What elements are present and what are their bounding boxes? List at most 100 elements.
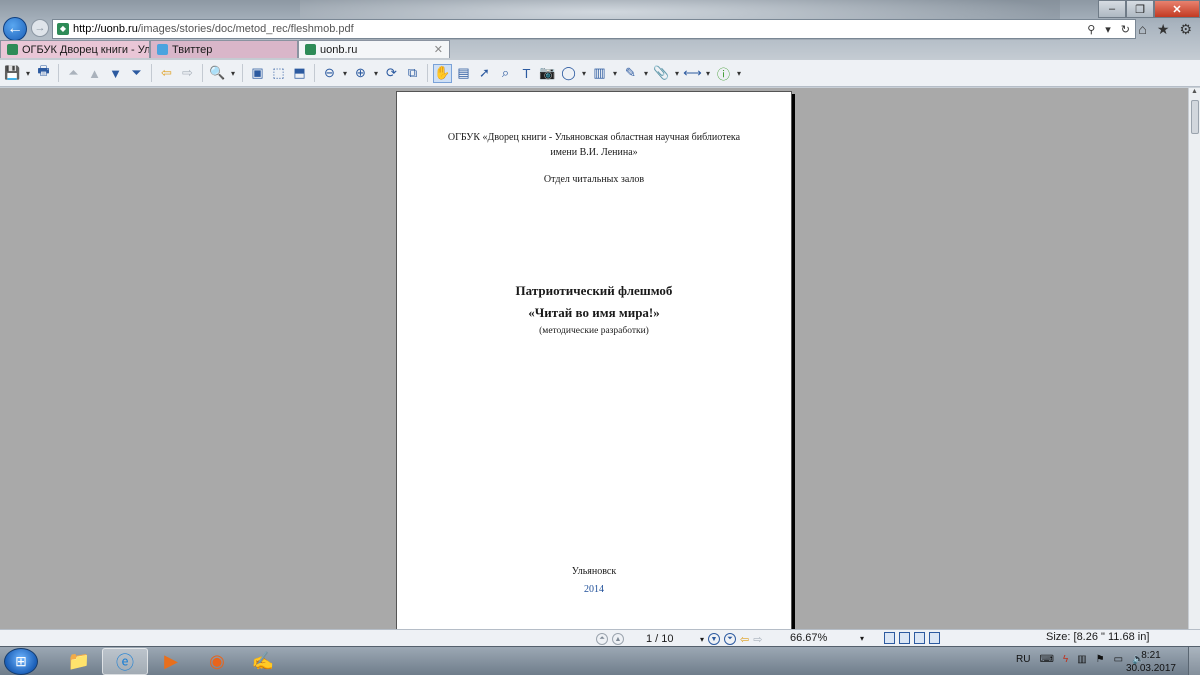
display-icon[interactable]: ▭ <box>1114 654 1123 665</box>
address-bar[interactable]: ◆ http://uonb.ru/images/stories/doc/meto… <box>52 19 1136 39</box>
windows-taskbar: ⊞ 📁 ⓔ ▶ ◉ ✍ RU ⌨ ϟ ▥ ⚑ ▭ 🔈 8:21 30.03.20… <box>0 646 1200 675</box>
print-icon[interactable]: 🖶 <box>34 63 53 83</box>
zoom-in-dropdown-icon[interactable]: ▾ <box>372 64 380 83</box>
tab-twitter[interactable]: Твиттер <box>150 40 298 58</box>
firefox-icon[interactable]: ◉ <box>194 648 240 675</box>
network-icon[interactable]: ▥ <box>1077 654 1086 665</box>
address-url[interactable]: http://uonb.ru/images/stories/doc/metod_… <box>73 23 1082 35</box>
scroll-up-icon[interactable]: ▲ <box>1189 88 1200 98</box>
save-icon[interactable]: 💾 <box>3 64 22 83</box>
language-indicator[interactable]: RU <box>1016 654 1030 665</box>
pages-icon[interactable]: ⧉ <box>403 64 422 83</box>
show-desktop-button[interactable] <box>1188 647 1200 675</box>
back-view-icon[interactable]: ⇦ <box>157 64 176 83</box>
scroll-thumb[interactable] <box>1191 100 1199 134</box>
note-dropdown-icon[interactable]: ▾ <box>642 64 650 83</box>
pdf-reader-icon[interactable]: ✍ <box>240 648 286 675</box>
tab-uonb-active[interactable]: uonb.ru ✕ <box>298 40 450 58</box>
shape-dropdown-icon[interactable]: ▾ <box>580 64 588 83</box>
star-icon[interactable]: ★ <box>1157 21 1170 38</box>
internet-explorer-icon[interactable]: ⓔ <box>102 648 148 675</box>
tab-title-group: uonb.ru <box>305 44 357 56</box>
organization-line-1: ОГБУК «Дворец книги - Ульяновская област… <box>447 132 741 143</box>
find-icon[interactable]: ⌕ <box>496 64 515 83</box>
rotate-icon[interactable]: ⟳ <box>382 64 401 83</box>
toolbar-divider <box>58 64 59 82</box>
fit-width-icon[interactable]: ⬒ <box>290 64 309 83</box>
stamp-dropdown-icon[interactable]: ▾ <box>611 64 619 83</box>
tab-favicon-icon <box>305 44 316 55</box>
note-icon[interactable]: ✎ <box>621 64 640 83</box>
site-favicon-icon: ◆ <box>57 23 69 35</box>
close-window-button[interactable]: ✕ <box>1154 0 1200 18</box>
vertical-scrollbar[interactable]: ▲ <box>1188 88 1200 629</box>
shape-icon[interactable]: ◯ <box>559 64 578 83</box>
back-view-icon[interactable]: ⇦ <box>740 633 749 646</box>
attachment-icon[interactable]: 📎 <box>652 64 671 83</box>
dropdown-icon[interactable]: ▾ <box>1100 23 1116 36</box>
page-number-field[interactable]: 1 / 10 ▾ <box>628 632 704 646</box>
zoom-dropdown-icon[interactable]: ▾ <box>860 634 864 643</box>
zoom-dropdown-icon[interactable]: ▾ <box>229 64 237 83</box>
address-path: /images/stories/doc/metod_rec/fleshmob.p… <box>137 23 354 35</box>
previous-page-icon[interactable]: ▲ <box>85 64 104 83</box>
actual-size-icon[interactable]: ▣ <box>248 64 267 83</box>
department-name: Отдел читальных залов <box>543 174 645 185</box>
next-page-icon[interactable]: ▼ <box>106 64 125 83</box>
first-page-icon[interactable]: ⏶ <box>64 64 83 83</box>
hand-tool-icon[interactable]: ✋ <box>433 63 452 83</box>
minimize-button[interactable]: – <box>1098 0 1126 18</box>
fit-page-icon[interactable]: ⬚ <box>269 64 288 83</box>
info-icon[interactable]: ⓘ <box>714 64 733 83</box>
start-button[interactable]: ⊞ <box>4 648 38 675</box>
page-dropdown-icon[interactable]: ▾ <box>700 635 704 644</box>
system-clock[interactable]: 8:21 30.03.2017 <box>1126 649 1176 675</box>
forward-button[interactable]: → <box>31 19 49 37</box>
last-page-icon[interactable]: ⏷ <box>127 64 146 83</box>
gear-icon[interactable]: ⚙ <box>1179 21 1192 38</box>
info-dropdown-icon[interactable]: ▾ <box>735 64 743 83</box>
zoom-in-icon[interactable]: ⊕ <box>351 64 370 83</box>
zoom-select[interactable]: 66.67% ▾ <box>790 631 864 645</box>
single-page-icon[interactable] <box>884 632 895 644</box>
page-navigation: ⏶ ▲ 1 / 10 ▾ ▼ ⏷ ⇦ ⇨ <box>596 632 762 646</box>
typewriter-icon[interactable]: T <box>517 64 536 83</box>
zoom-icon[interactable]: 🔍 <box>208 64 227 83</box>
snapshot-icon[interactable]: 📷 <box>538 64 557 83</box>
refresh-icon[interactable]: ↻ <box>1116 23 1135 36</box>
tab-favicon-icon <box>7 44 18 55</box>
keyboard-icon[interactable]: ⌨ <box>1039 654 1053 665</box>
stamp-icon[interactable]: ▥ <box>590 64 609 83</box>
zoom-out-icon[interactable]: ⊖ <box>320 64 339 83</box>
action-center-icon[interactable]: ⚑ <box>1096 654 1105 665</box>
first-page-icon[interactable]: ⏶ <box>596 633 608 645</box>
last-page-icon[interactable]: ⏷ <box>724 633 736 645</box>
clock-time: 8:21 <box>1141 650 1161 661</box>
back-button[interactable]: ← <box>3 17 27 41</box>
media-player-icon[interactable]: ▶ <box>148 648 194 675</box>
facing-icon[interactable] <box>914 632 925 644</box>
forward-view-icon[interactable]: ⇨ <box>753 633 762 646</box>
forward-view-icon[interactable]: ⇨ <box>178 64 197 83</box>
next-page-icon[interactable]: ▼ <box>708 633 720 645</box>
measure-dropdown-icon[interactable]: ▾ <box>704 64 712 83</box>
tab-uonb-palace[interactable]: ОГБУК Дворец книги - Ульян... <box>0 40 150 58</box>
select-text-icon[interactable]: ▤ <box>454 64 473 83</box>
restore-button[interactable]: ❐ <box>1126 0 1154 18</box>
continuous-facing-icon[interactable] <box>929 632 940 644</box>
zoom-out-dropdown-icon[interactable]: ▾ <box>341 64 349 83</box>
attachment-dropdown-icon[interactable]: ▾ <box>673 64 681 83</box>
save-dropdown-icon[interactable]: ▾ <box>24 64 32 83</box>
flash-icon[interactable]: ϟ <box>1063 654 1068 665</box>
previous-page-icon[interactable]: ▲ <box>612 633 624 645</box>
document-viewer[interactable]: ОГБУК «Дворец книги - Ульяновская област… <box>0 88 1188 651</box>
title-line-1: Патриотический флешмоб <box>515 283 673 298</box>
file-explorer-icon[interactable]: 📁 <box>56 648 102 675</box>
page-indicator: 1 / 10 <box>646 633 674 645</box>
continuous-icon[interactable] <box>899 632 910 644</box>
close-tab-icon[interactable]: ✕ <box>434 43 443 56</box>
home-icon[interactable]: ⌂ <box>1138 21 1146 38</box>
search-icon[interactable]: ⚲ <box>1082 23 1100 36</box>
measure-icon[interactable]: ⟷ <box>683 64 702 83</box>
pointer-icon[interactable]: ➚ <box>475 64 494 83</box>
